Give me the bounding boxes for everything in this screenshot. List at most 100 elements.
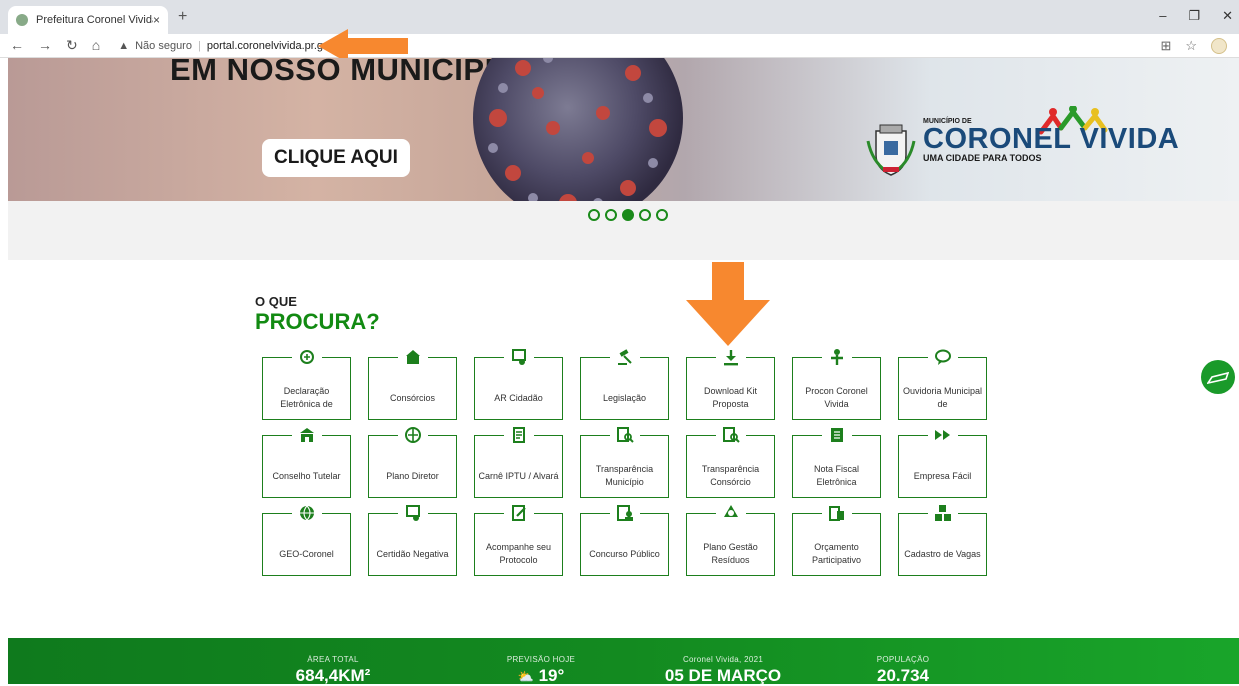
service-card[interactable]: Cadastro de Vagas [898,502,987,576]
carousel-dot[interactable] [639,209,651,221]
declaration-icon [291,346,322,368]
building-icon [291,424,322,446]
budget-icon [821,502,852,524]
stat-weather-value: 19° [538,666,565,685]
service-card[interactable]: Plano Diretor [368,424,457,498]
chat-button[interactable] [1201,360,1235,394]
service-card[interactable]: Certidão Negativa [368,502,457,576]
stat-weather: PREVISÃO HOJE ⛅ 19° [486,655,596,686]
back-icon[interactable]: ← [10,37,24,54]
globe-icon [291,502,322,524]
gavel-icon [609,346,640,368]
stat-date-value: 05 DE MARÇO [664,666,782,685]
service-card[interactable]: Transparência Município [580,424,669,498]
reload-icon[interactable]: ↻ [66,37,78,54]
service-label: Carnê IPTU / Alvará [478,470,559,481]
service-label: Ouvidoria Municipal de [902,386,983,409]
service-card[interactable]: Nota Fiscal Eletrônica [792,424,881,498]
certificate-icon [397,502,428,524]
stat-population-value: 20.734 [877,666,929,685]
service-label: Cadastro de Vagas [904,548,981,559]
fast-forward-icon [927,424,958,446]
service-card[interactable]: Consórcios [368,346,457,420]
stat-date-label: Coronel Vivida, 2021 [682,655,764,664]
security-label: Não seguro [135,39,192,52]
service-card[interactable]: Acompanhe seu Protocolo [474,502,563,576]
new-tab-button[interactable]: + [178,8,187,26]
profile-avatar[interactable] [1211,38,1227,54]
service-label: Plano Gestão Resíduos [703,542,758,565]
stat-population-label: POPULAÇÃO [876,655,930,664]
procon-icon [821,346,852,368]
service-label: Legislação [602,392,647,403]
service-card[interactable]: AR Cidadão [474,346,563,420]
service-card[interactable]: Download Kit Proposta [686,346,775,420]
plan-icon [397,424,428,446]
browser-tab-bar: Prefeitura Coronel Vivida × + – ❐ ✕ [0,0,1239,34]
service-card[interactable]: Legislação [580,346,669,420]
hero-banner[interactable]: EM NOSSO MUNICÍPIO CLIQUE AQUI MUNICÍPIO… [8,58,1239,201]
minimize-icon[interactable]: – [1159,8,1166,24]
stat-weather-label: PREVISÃO HOJE [506,655,576,664]
site-favicon-icon [16,14,28,26]
service-label: Empresa Fácil [913,470,972,481]
browser-actions: ⊞ ☆ [1160,38,1227,54]
maximize-icon[interactable]: ❐ [1188,8,1200,24]
service-label: Certidão Negativa [376,548,449,559]
service-label: Orçamento Participativo [811,542,862,565]
service-card[interactable]: Conselho Tutelar [262,424,351,498]
warning-icon: ▲ [118,39,130,52]
browser-tab[interactable]: Prefeitura Coronel Vivida × [8,6,168,34]
service-label: Concurso Público [589,548,660,559]
bookmark-star-icon[interactable]: ☆ [1185,38,1197,54]
cloud-sun-icon: ⛅ [517,669,534,684]
section-title-big: PROCURA? [255,309,380,334]
carousel-dot[interactable] [605,209,617,221]
stat-population: POPULAÇÃO 20.734 [848,655,958,686]
search-document-icon [715,424,746,446]
carousel-dot[interactable] [588,209,600,221]
service-card[interactable]: Ouvidoria Municipal de [898,346,987,420]
city-crest-icon [866,124,916,176]
service-card[interactable]: GEO-Coronel [262,502,351,576]
service-label: Acompanhe seu Protocolo [485,542,552,565]
consortium-icon [397,346,428,368]
tab-close-icon[interactable]: × [153,13,160,27]
stat-area-value: 684,4KM² [295,666,371,685]
invoice-icon [821,424,852,446]
service-card[interactable]: Declaração Eletrônica de [262,346,351,420]
service-card[interactable]: Transparência Consórcio [686,424,775,498]
carousel-dot[interactable] [656,209,668,221]
service-label: GEO-Coronel [279,548,334,559]
stat-area-label: ÁREA TOTAL [307,655,359,664]
forward-icon[interactable]: → [38,37,52,54]
service-card[interactable]: Plano Gestão Resíduos [686,502,775,576]
service-card[interactable]: Empresa Fácil [898,424,987,498]
document-icon [503,424,534,446]
service-label: Procon Coronel Vivida [805,386,868,409]
close-window-icon[interactable]: ✕ [1222,8,1233,24]
carousel-dots-band [8,201,1239,260]
hero-cta-button[interactable]: CLIQUE AQUI [262,139,410,177]
city-brand: MUNICÍPIO DE CORONEL VIVIDA UMA CIDADE P… [923,118,1179,163]
chat-bubble-icon [927,346,958,368]
service-label: Conselho Tutelar [272,470,341,481]
candidate-icon [609,502,640,524]
service-card[interactable]: Carnê IPTU / Alvará [474,424,563,498]
footer-stats: ÁREA TOTAL 684,4KM² PREVISÃO HOJE ⛅ 19° … [8,638,1239,686]
service-label: Declaração Eletrônica de [280,386,333,409]
home-icon[interactable]: ⌂ [92,37,100,54]
service-card[interactable]: Orçamento Participativo [792,502,881,576]
address-bar: ← → ↻ ⌂ ▲ Não seguro | portal.coronelviv… [0,34,1239,58]
carousel-indicators [588,209,668,221]
service-label: AR Cidadão [494,392,543,403]
stat-date: Coronel Vivida, 2021 05 DE MARÇO [648,655,798,686]
carousel-dot[interactable] [622,209,634,221]
window-controls: – ❐ ✕ [1159,8,1233,24]
orange-arrow-down-icon [686,262,770,346]
service-card[interactable]: Procon Coronel Vivida [792,346,881,420]
service-card[interactable]: Concurso Público [580,502,669,576]
qr-code-icon[interactable]: ⊞ [1160,38,1171,54]
certificate-icon [503,346,534,368]
service-label: Consórcios [389,392,436,403]
